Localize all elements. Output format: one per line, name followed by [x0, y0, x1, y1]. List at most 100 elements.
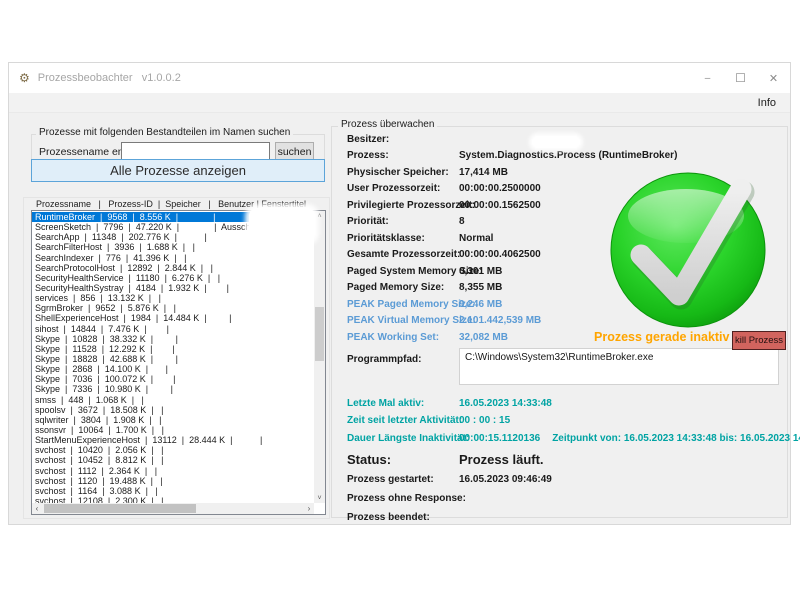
inactive-status-text: Prozess gerade inaktiv	[594, 330, 744, 344]
detail-label: PEAK Working Set:	[347, 332, 459, 343]
process-row[interactable]: svchost | 1120 | 19.488 K | |	[32, 476, 313, 486]
app-window: ⚙ Prozessbeobachter v1.0.0.2 – ☐ ✕ Info …	[8, 62, 791, 525]
privacy-redaction	[249, 208, 315, 241]
activity-row: Zeit seit letzter Aktivität: 00 : 00 : 1…	[347, 412, 785, 430]
detail-value: 00:00:00.4062500	[459, 249, 541, 260]
detail-value: 8	[459, 216, 465, 227]
detail-label: Prozess gestartet:	[347, 474, 459, 485]
client-area: Prozesse mit folgenden Bestandteilen im …	[9, 113, 790, 524]
show-all-processes-button[interactable]: Alle Prozesse anzeigen	[31, 159, 325, 182]
detail-value: 16.05.2023 14:33:48	[459, 398, 552, 409]
footer-row: Prozess beendet:	[347, 508, 785, 527]
horizontal-scrollbar[interactable]: ‹ ›	[32, 503, 314, 514]
green-check-icon	[608, 167, 772, 331]
detail-row: Prozess: System.Diagnostics.Process (Run…	[347, 148, 785, 165]
activity-row: Letzte Mal aktiv: 16.05.2023 14:33:48	[347, 395, 785, 413]
detail-value: 2.101.442,539 MB	[459, 315, 541, 326]
inactivity-row: Dauer Längste Inaktivität: 00:00:15.1120…	[347, 430, 785, 448]
search-group-label: Prozesse mit folgenden Bestandteilen im …	[36, 127, 293, 138]
status-row: Status: Prozess läuft.	[347, 448, 785, 470]
monitor-group-label: Prozess überwachen	[338, 119, 437, 130]
activity-rows: Letzte Mal aktiv: 16.05.2023 14:33:48 Ze…	[347, 395, 785, 430]
minimize-button[interactable]: –	[691, 63, 724, 93]
app-icon: ⚙	[19, 72, 30, 84]
scroll-down-icon[interactable]: ˅	[314, 493, 325, 503]
process-row[interactable]: StartMenuExperienceHost | 13112 | 28.444…	[32, 435, 313, 445]
process-row[interactable]: SecurityHealthService | 11180 | 6.276 K …	[32, 273, 313, 283]
horizontal-scroll-thumb[interactable]	[44, 504, 196, 513]
detail-value: 0,301 MB	[459, 266, 502, 277]
detail-value: Normal	[459, 233, 493, 244]
process-row[interactable]: svchost | 1164 | 3.088 K | |	[32, 486, 313, 496]
process-rows: RuntimeBroker | 9568 | 8.556 K | |Screen…	[32, 212, 313, 515]
window-title: Prozessbeobachter v1.0.0.2	[38, 72, 181, 84]
window-controls: – ☐ ✕	[691, 63, 790, 93]
scroll-right-icon[interactable]: ›	[304, 503, 314, 514]
process-row[interactable]: ssonsvr | 10064 | 1.700 K | |	[32, 425, 313, 435]
process-row[interactable]: SearchFilterHost | 3936 | 1.688 K | |	[32, 242, 313, 252]
process-row[interactable]: Skype | 7036 | 100.072 K | |	[32, 374, 313, 384]
detail-label: PEAK Virtual Memory Size:	[347, 315, 459, 326]
titlebar: ⚙ Prozessbeobachter v1.0.0.2 – ☐ ✕	[9, 63, 790, 93]
process-listbox[interactable]: RuntimeBroker | 9568 | 8.556 K | |Screen…	[31, 210, 326, 515]
process-row[interactable]: SearchIndexer | 776 | 41.396 K | |	[32, 253, 313, 263]
process-row[interactable]: SecurityHealthSystray | 4184 | 1.932 K |…	[32, 283, 313, 293]
programmpfad-row: Programmpfad: C:\Windows\System32\Runtim…	[347, 348, 785, 385]
process-row[interactable]: svchost | 10420 | 2.056 K | |	[32, 445, 313, 455]
programmpfad-box[interactable]: C:\Windows\System32\RuntimeBroker.exe	[459, 348, 779, 385]
detail-label: User Prozessorzeit:	[347, 183, 459, 194]
process-row[interactable]: Skype | 11528 | 12.292 K | |	[32, 344, 313, 354]
close-button[interactable]: ✕	[757, 63, 790, 93]
process-row[interactable]: svchost | 10452 | 8.812 K | |	[32, 455, 313, 465]
footer-row: Prozess ohne Response:	[347, 489, 785, 508]
detail-value: 32,082 MB	[459, 332, 508, 343]
inactivity-range: Zeitpunkt von: 16.05.2023 14:33:48 bis: …	[552, 433, 800, 444]
status-value: Prozess läuft.	[459, 452, 544, 467]
process-row[interactable]: Skype | 10828 | 38.332 K | |	[32, 334, 313, 344]
detail-label: Prozess:	[347, 150, 459, 161]
process-row[interactable]: Skype | 7336 | 10.980 K | |	[32, 384, 313, 394]
process-row[interactable]: SearchProtocolHost | 12892 | 2.844 K | |	[32, 263, 313, 273]
search-input[interactable]	[121, 142, 270, 160]
vertical-scrollbar[interactable]: ˄ ˅	[314, 211, 325, 503]
process-row[interactable]: ShellExperienceHost | 1984 | 14.484 K | …	[32, 313, 313, 323]
process-row[interactable]: services | 856 | 13.132 K | |	[32, 293, 313, 303]
detail-label: Prozess ohne Response:	[347, 493, 459, 504]
detail-label: Privilegierte Prozessorzeit:	[347, 200, 459, 211]
process-row[interactable]: spoolsv | 3672 | 18.508 K | |	[32, 405, 313, 415]
detail-value: 00 : 00 : 15	[459, 415, 510, 426]
detail-value: 16.05.2023 09:46:49	[459, 474, 552, 485]
detail-value: 9,246 MB	[459, 299, 502, 310]
scroll-left-icon[interactable]: ‹	[32, 503, 42, 514]
process-row[interactable]: sihost | 14844 | 7.476 K | |	[32, 324, 313, 334]
detail-label: Prozess beendet:	[347, 512, 459, 523]
menubar: Info	[9, 93, 790, 113]
process-row[interactable]: svchost | 1112 | 2.364 K | |	[32, 466, 313, 476]
detail-label: Physischer Speicher:	[347, 167, 459, 178]
process-row[interactable]: SgrmBroker | 9652 | 5.876 K | |	[32, 303, 313, 313]
detail-label: Paged Memory Size:	[347, 282, 459, 293]
privacy-redaction-owner	[532, 136, 580, 148]
detail-value: 00:00:00.1562500	[459, 200, 541, 211]
process-row[interactable]: smss | 448 | 1.068 K | |	[32, 395, 313, 405]
process-row[interactable]: Skype | 2868 | 14.100 K | |	[32, 364, 313, 374]
monitor-groupbox: Prozess überwachen Besitzer: Prozess: Sy…	[331, 126, 788, 518]
detail-label: Gesamte Prozessorzeit:	[347, 249, 459, 260]
detail-label: Prioritätsklasse:	[347, 233, 459, 244]
footer-row: Prozess gestartet: 16.05.2023 09:46:49	[347, 470, 785, 489]
scroll-up-icon[interactable]: ˄	[314, 211, 325, 221]
maximize-button[interactable]: ☐	[724, 63, 757, 93]
programmpfad-label: Programmpfad:	[347, 348, 459, 365]
vertical-scroll-thumb[interactable]	[315, 307, 324, 361]
detail-label: Priorität:	[347, 216, 459, 227]
detail-value: 17,414 MB	[459, 167, 508, 178]
detail-label: Besitzer:	[347, 134, 459, 145]
menu-item-info[interactable]: Info	[744, 97, 790, 109]
detail-label: Zeit seit letzter Aktivität:	[347, 415, 459, 426]
kill-process-button[interactable]: kill Prozess	[732, 331, 786, 350]
detail-label: Paged System Memory Size:	[347, 266, 459, 277]
inactivity-label: Dauer Längste Inaktivität:	[347, 433, 459, 444]
detail-value: System.Diagnostics.Process (RuntimeBroke…	[459, 150, 677, 161]
process-row[interactable]: Skype | 18828 | 42.688 K | |	[32, 354, 313, 364]
process-row[interactable]: sqlwriter | 3804 | 1.908 K | |	[32, 415, 313, 425]
